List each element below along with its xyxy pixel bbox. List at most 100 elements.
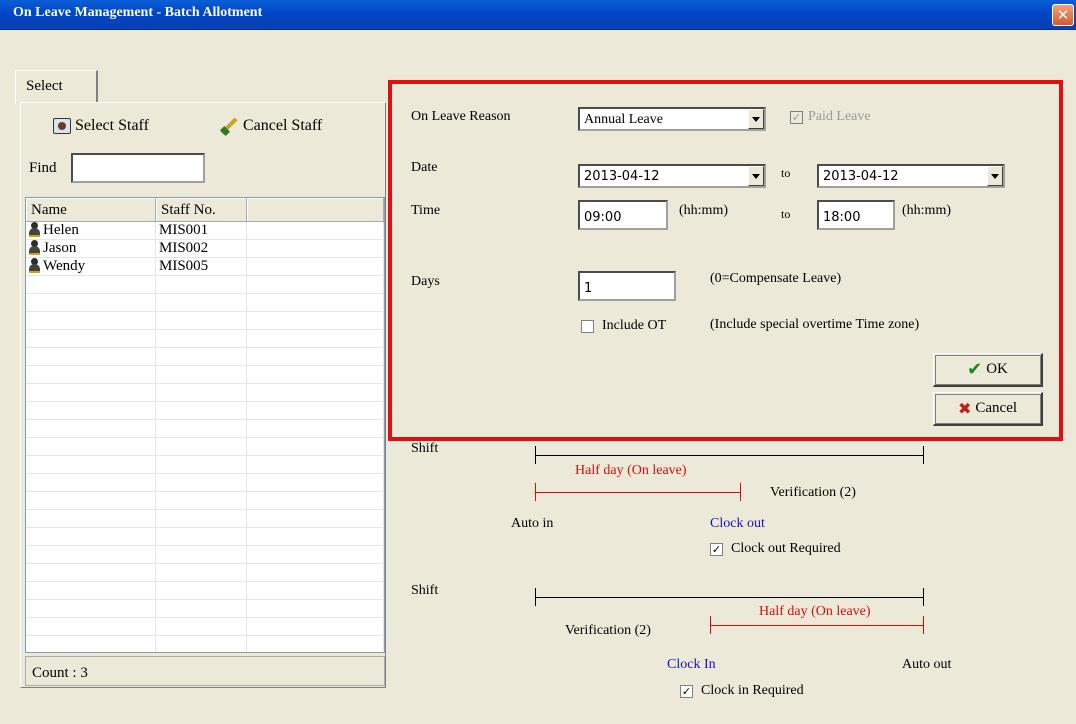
empty-row	[26, 474, 384, 492]
empty-row	[26, 600, 384, 618]
close-icon: ✕	[1056, 6, 1070, 24]
date-to-select[interactable]: 2013-04-12	[817, 164, 1005, 188]
chevron-down-icon[interactable]	[748, 109, 764, 129]
date-label: Date	[411, 160, 438, 175]
empty-row	[26, 546, 384, 564]
staff-name: Jason	[43, 240, 77, 256]
diagram1-clock-out-label: Clock out	[710, 516, 765, 531]
diagram1-auto-in-label: Auto in	[511, 516, 554, 531]
empty-row	[26, 366, 384, 384]
time-to-label: to	[781, 207, 791, 221]
date-from-select[interactable]: 2013-04-12	[578, 164, 766, 188]
select-staff-icon	[53, 118, 71, 134]
empty-row	[26, 402, 384, 420]
diagram2-clock-in-label: Clock In	[667, 657, 716, 672]
empty-row	[26, 438, 384, 456]
empty-rows	[26, 276, 384, 652]
diagram2-auto-out-label: Auto out	[902, 657, 952, 672]
days-input[interactable]: 1	[578, 271, 676, 301]
column-header-name[interactable]: Name	[26, 198, 156, 221]
paid-leave-label: Paid Leave	[808, 109, 871, 124]
time-from-input[interactable]: 09:00	[578, 200, 668, 230]
reason-value: Annual Leave	[584, 112, 663, 127]
checkmark-icon: ✔	[967, 359, 983, 380]
count-status: Count : 3	[25, 656, 385, 686]
date-to-value: 2013-04-12	[823, 169, 899, 184]
date-from-value: 2013-04-12	[584, 169, 660, 184]
diagram2-leave-line	[710, 625, 924, 626]
person-icon	[29, 222, 40, 237]
find-label: Find	[29, 160, 57, 176]
person-icon	[29, 240, 40, 255]
table-row[interactable]: Wendy MIS005	[26, 258, 384, 276]
clock-in-required-checkbox[interactable]: ✓	[680, 685, 693, 698]
staff-no-cell: MIS001	[156, 222, 247, 239]
select-staff-button[interactable]: Select Staff	[53, 117, 149, 135]
column-header-staff-no[interactable]: Staff No.	[156, 198, 247, 221]
time-from-unit: (hh:mm)	[679, 203, 728, 218]
chevron-down-icon[interactable]	[748, 166, 764, 186]
name-cell: Helen	[26, 222, 156, 239]
empty-row	[26, 276, 384, 294]
days-note: (0=Compensate Leave)	[710, 271, 842, 286]
name-cell: Jason	[26, 240, 156, 257]
ok-button[interactable]: ✔ OK	[933, 353, 1043, 387]
include-ot-label: Include OT	[602, 318, 667, 333]
date-to-label: to	[781, 166, 791, 180]
diagram1-shift-line	[535, 455, 924, 456]
name-cell: Wendy	[26, 258, 156, 275]
ot-note: (Include special overtime Time zone)	[710, 317, 920, 332]
empty-row	[26, 564, 384, 582]
table-row[interactable]: Jason MIS002	[26, 240, 384, 258]
cross-icon: ✖	[957, 399, 972, 418]
empty-row	[26, 312, 384, 330]
empty-row	[26, 384, 384, 402]
table-row[interactable]: Helen MIS001	[26, 222, 384, 240]
cancel-staff-label: Cancel Staff	[243, 117, 323, 134]
diagram2-verification-label: Verification (2)	[565, 623, 651, 638]
diagram2-half-day-label: Half day (On leave)	[759, 604, 871, 619]
diagram1-leave-line	[535, 492, 741, 493]
time-label: Time	[411, 203, 441, 218]
time-to-input[interactable]: 18:00	[817, 200, 895, 230]
empty-row	[26, 492, 384, 510]
window-title: On Leave Management - Batch Allotment	[13, 5, 263, 20]
column-header-empty	[247, 198, 384, 221]
cancel-label: Cancel	[975, 400, 1018, 416]
days-label: Days	[411, 274, 440, 289]
paid-leave-checkbox[interactable]: ✓	[790, 111, 803, 124]
empty-row	[26, 456, 384, 474]
tab-select[interactable]: Select	[15, 70, 98, 104]
empty-row	[26, 420, 384, 438]
staff-name: Wendy	[43, 258, 86, 274]
ok-label: OK	[986, 361, 1008, 377]
reason-label: On Leave Reason	[411, 109, 511, 124]
empty-row	[26, 528, 384, 546]
staff-panel: Select Staff Cancel Staff Find Name Staf…	[20, 102, 386, 688]
clock-out-required-checkbox[interactable]: ✓	[710, 543, 723, 556]
diagram2-shift-line	[535, 597, 924, 598]
empty-row	[26, 636, 384, 652]
cancel-staff-icon	[219, 117, 239, 135]
diagram2-shift-label: Shift	[411, 583, 439, 598]
reason-select[interactable]: Annual Leave	[578, 107, 766, 131]
include-ot-checkbox[interactable]	[581, 320, 594, 333]
person-icon	[29, 258, 40, 273]
cancel-staff-button[interactable]: Cancel Staff	[219, 117, 322, 135]
diagram1-half-day-label: Half day (On leave)	[575, 463, 687, 478]
chevron-down-icon[interactable]	[987, 166, 1003, 186]
cancel-button[interactable]: ✖ Cancel	[933, 392, 1043, 426]
empty-row	[26, 294, 384, 312]
empty-row	[26, 582, 384, 600]
close-button[interactable]: ✕	[1052, 4, 1074, 26]
empty-row	[26, 348, 384, 366]
time-to-unit: (hh:mm)	[902, 203, 951, 218]
find-input[interactable]	[71, 153, 205, 183]
diagram1-shift-label: Shift	[411, 441, 439, 456]
empty-row	[26, 330, 384, 348]
title-bar: On Leave Management - Batch Allotment ✕	[0, 0, 1076, 30]
staff-list[interactable]: Name Staff No. Helen MIS001 Jason MIS002…	[25, 197, 385, 653]
select-staff-label: Select Staff	[75, 117, 149, 134]
list-header: Name Staff No.	[26, 198, 384, 222]
empty-row	[26, 510, 384, 528]
